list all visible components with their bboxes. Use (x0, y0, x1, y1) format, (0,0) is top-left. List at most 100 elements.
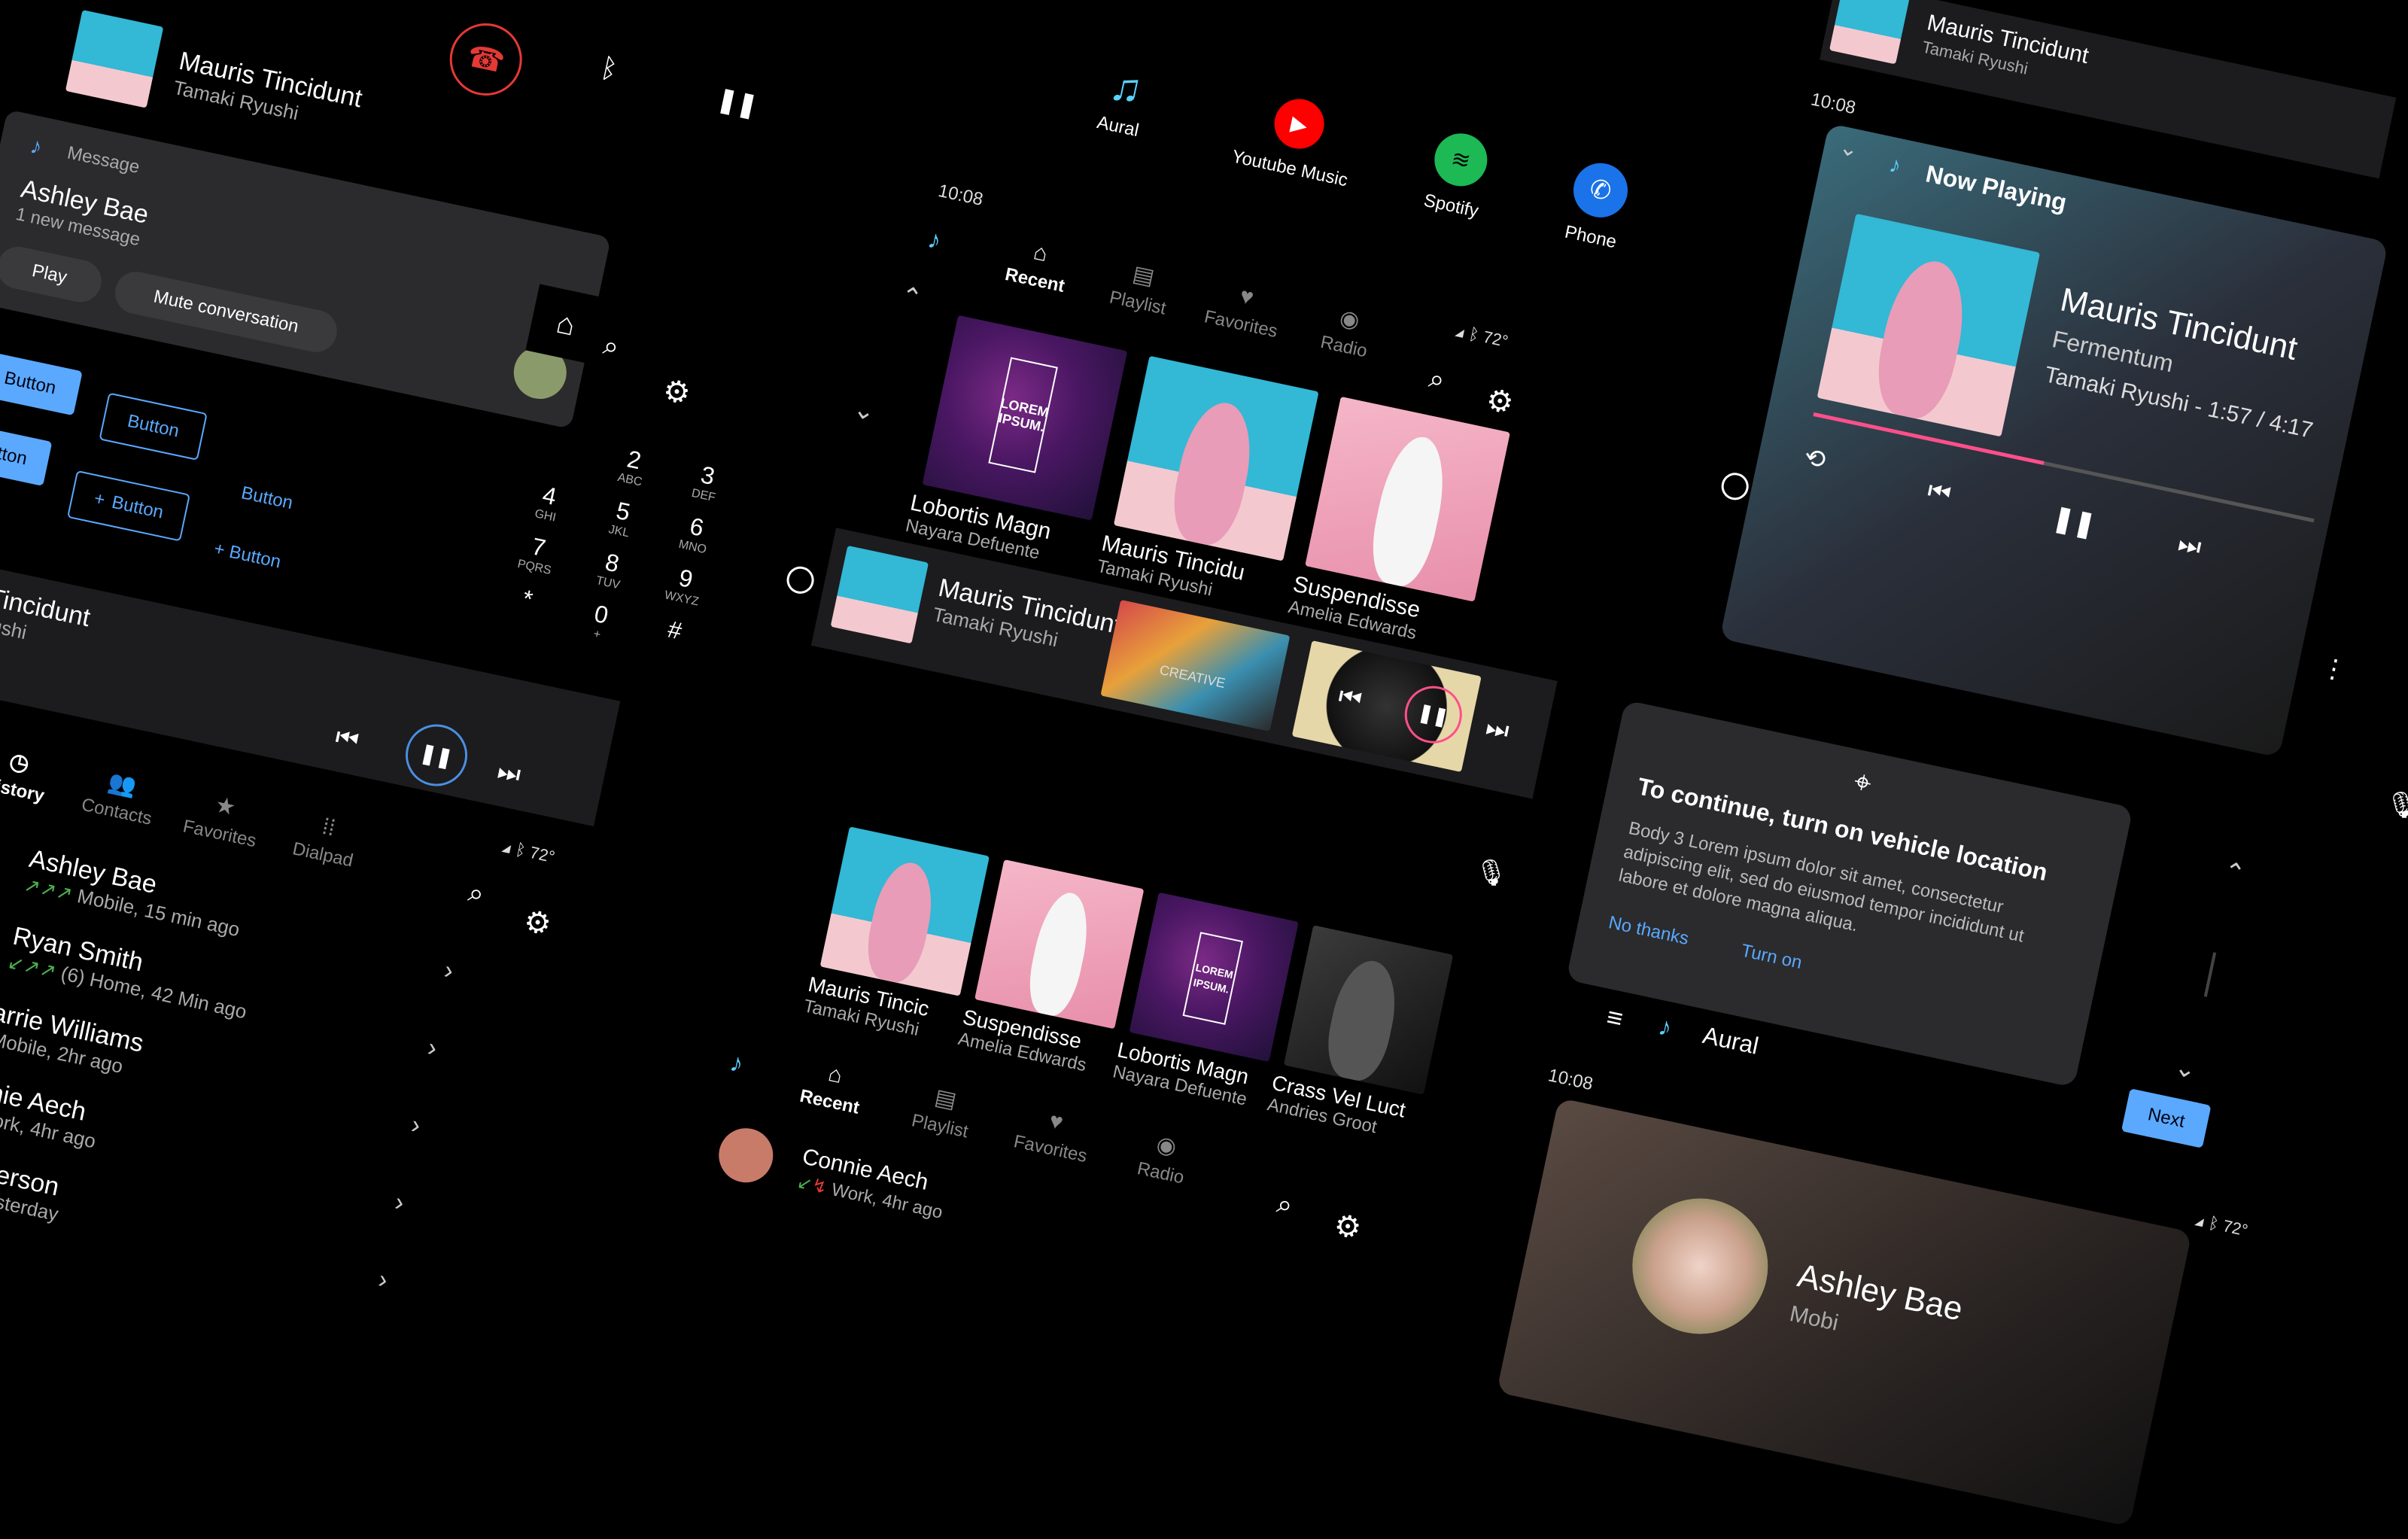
app-spotify[interactable]: ≋ Spotify (1390, 121, 1525, 229)
radio-button-icon[interactable] (784, 564, 816, 597)
tab-favorites[interactable]: ♥ Favorites (1004, 1100, 1103, 1169)
album-art-thumb (1829, 0, 1910, 65)
scroll-bar[interactable] (2203, 952, 2217, 997)
search-icon[interactable]: ⌕ (600, 329, 622, 363)
avatar (1619, 1185, 1781, 1347)
digit: 4 (540, 481, 559, 511)
radio-button-icon[interactable] (1719, 470, 1752, 503)
album-art (974, 859, 1145, 1030)
repeat-icon[interactable]: ⟲ (1801, 442, 1829, 476)
menu-icon[interactable]: ≡ (1604, 1001, 1625, 1035)
settings-icon[interactable]: ⚙ (521, 903, 555, 942)
end-call-icon[interactable]: ☎ (442, 17, 529, 102)
settings-icon[interactable]: ⚙ (1331, 1207, 1365, 1246)
dial-key[interactable]: 4 GHI (515, 476, 582, 529)
mute-conversation-chip[interactable]: Mute conversation (111, 267, 341, 357)
chevron-right-icon[interactable]: › (392, 1188, 406, 1218)
aural-app-icon: ♪ (727, 1048, 746, 1079)
search-icon[interactable]: ⌕ (1274, 1188, 1295, 1222)
album-art (1305, 396, 1510, 602)
skip-previous-icon[interactable]: ⏮ (333, 722, 361, 756)
home-icon[interactable]: ⌂ (525, 284, 607, 365)
pause-icon[interactable]: ❚❚ (715, 84, 760, 120)
digit: 0 (591, 599, 611, 629)
outlined-icon-button[interactable]: + Button (66, 470, 190, 542)
dial-key[interactable]: 3 DEF (673, 456, 740, 509)
aural-contact-panel: ≡ ♪ Aural 10:08 Next ◢ ᛒ 72° Ashley Bae … (1496, 1001, 2273, 1527)
search-icon[interactable]: ⌕ (1426, 362, 1448, 397)
chevron-up-icon[interactable]: ⌃ (2221, 856, 2248, 890)
no-thanks-button[interactable]: No thanks (1607, 912, 1690, 950)
dial-key[interactable]: 6 MNO (661, 507, 729, 560)
skip-next-icon[interactable]: ⏭ (494, 756, 524, 790)
tab-recent[interactable]: ⌂ Recent (988, 232, 1087, 300)
settings-icon[interactable]: ⚙ (660, 373, 694, 412)
chevron-right-icon[interactable]: › (442, 956, 456, 987)
dial-key[interactable]: * (495, 579, 560, 619)
chevron-up-icon[interactable]: ⌃ (898, 281, 925, 315)
dial-key[interactable]: 9 WXYZ (651, 559, 719, 612)
phone-icon: ✆ (1568, 158, 1633, 223)
bluetooth-icon: ᛒ (597, 51, 621, 86)
text-button[interactable]: Button (239, 482, 294, 514)
play-chip[interactable]: Play (0, 242, 105, 306)
btn6-label: Button (227, 541, 283, 573)
tab-label: Radio (1135, 1158, 1186, 1188)
skip-next-icon[interactable]: ⏭ (2175, 529, 2204, 563)
settings-icon[interactable]: ⚙ (1483, 382, 1517, 421)
filled-icon-button[interactable]: + Button (0, 418, 53, 486)
filled-button[interactable]: Button (0, 351, 83, 416)
aural-app-icon: ♪ (28, 133, 44, 160)
dial-key[interactable]: 0 + (566, 595, 634, 647)
msg-app: Message (65, 142, 141, 178)
clock: 10:08 (936, 181, 985, 210)
dial-key[interactable]: 7 PQRS (503, 528, 571, 580)
aural-app-icon: ♪ (925, 224, 944, 256)
tab-radio[interactable]: ◉ Radio (1114, 1124, 1214, 1193)
album-art: LOREM IPSUM. (1129, 892, 1299, 1062)
chevron-down-icon[interactable]: ⌄ (1837, 134, 1861, 163)
microphone-icon[interactable]: 🎙 (2385, 790, 2408, 820)
tab-label: Radio (1318, 332, 1370, 362)
digit: # (665, 615, 685, 645)
microphone-icon[interactable]: 🎙 (1475, 858, 1507, 888)
app-aural[interactable]: ♫ Aural (1068, 53, 1179, 148)
album-art (819, 826, 990, 996)
app-title: Aural (1700, 1021, 1762, 1060)
skip-next-icon[interactable]: ⏭ (1483, 713, 1512, 747)
tab-favorites[interactable]: ♥ Favorites (1194, 275, 1294, 344)
tab-radio[interactable]: ◉ Radio (1297, 297, 1397, 367)
phone-history-panel: ◷ History 👥 Contacts ★ Favorites ⁞⁞ Dialpad … (0, 745, 604, 1462)
pause-icon[interactable]: ❚❚ (2050, 503, 2098, 541)
chevron-right-icon[interactable]: › (425, 1033, 439, 1063)
chevron-right-icon[interactable]: › (409, 1110, 423, 1141)
turn-on-button[interactable]: Turn on (1739, 941, 1804, 974)
clock: 10:08 (1546, 1065, 1595, 1095)
next-button[interactable]: Next (2121, 1088, 2212, 1148)
app-youtube-music[interactable]: ▶ Youtube Music (1214, 84, 1378, 195)
search-icon[interactable]: ⌕ (466, 876, 487, 911)
tab-recent[interactable]: ⌂ Recent (783, 1053, 883, 1121)
skip-previous-icon[interactable]: ⏮ (1925, 476, 1953, 509)
contact-sub: Mobi (1787, 1301, 1841, 1336)
dial-key[interactable]: # (643, 610, 707, 650)
now-playing-card: ⌄ ♪ Now Playing Mauris Tincidunt Ferment… (1719, 123, 2389, 758)
app-phone[interactable]: ✆ Phone (1537, 153, 1658, 259)
btn4-label: Button (110, 491, 166, 523)
app-label: Youtube Music (1230, 146, 1350, 191)
more-vert-icon[interactable]: ⋮ (2318, 652, 2350, 686)
app-label: Phone (1563, 221, 1619, 253)
album-art-large (1817, 213, 2041, 437)
chevron-down-icon[interactable]: ⌄ (2172, 1051, 2199, 1085)
chevron-down-icon[interactable]: ⌄ (850, 394, 878, 427)
dial-key[interactable]: 8 TUV (577, 543, 645, 596)
play-pause-button[interactable]: ❚❚ (400, 718, 473, 792)
creative-label: CREATIVE (1158, 662, 1227, 691)
outlined-button[interactable]: Button (99, 392, 208, 461)
text-icon-button[interactable]: + Button (212, 538, 283, 573)
radio-icon: ◉ (1337, 305, 1362, 334)
chevron-right-icon[interactable]: › (375, 1265, 391, 1296)
tab-playlist[interactable]: ▤ Playlist (893, 1077, 993, 1146)
dial-key[interactable]: 5 JKL (588, 491, 655, 544)
tab-playlist[interactable]: ▤ Playlist (1091, 254, 1190, 323)
